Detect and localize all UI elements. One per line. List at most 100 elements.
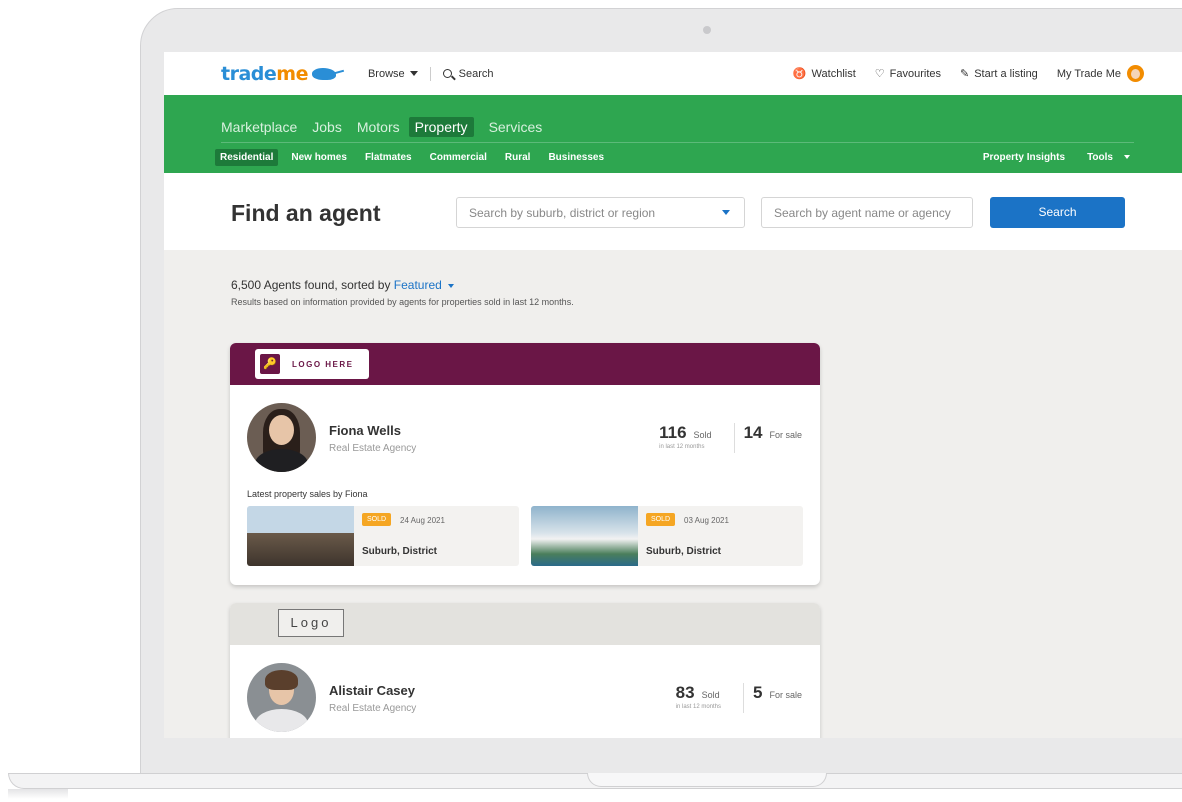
sale-date: 24 Aug 2021 xyxy=(400,516,445,525)
location-placeholder: Search by suburb, district or region xyxy=(469,206,656,220)
laptop-base-notch xyxy=(587,773,827,787)
sold-label: Sold xyxy=(693,430,712,440)
nav-jobs[interactable]: Jobs xyxy=(312,117,342,137)
property-insights-link[interactable]: Property Insights xyxy=(983,152,1065,163)
tools-menu[interactable]: Tools xyxy=(1076,152,1130,163)
agency-logo-text: LOGO HERE xyxy=(292,359,354,369)
agent-search-input[interactable]: Search by agent name or agency xyxy=(761,197,973,228)
browser-screen: trade me Browse Search ♉ Watchlist ♡ Favo… xyxy=(164,52,1182,738)
for-sale-label: For sale xyxy=(769,430,802,440)
agency-banner: 🔑 LOGO HERE xyxy=(230,343,820,385)
location-search-input[interactable]: Search by suburb, district or region xyxy=(456,197,745,228)
tools-label: Tools xyxy=(1087,152,1113,163)
for-sale-stat: 14 For sale xyxy=(744,423,802,443)
search-button[interactable]: Search xyxy=(990,197,1125,228)
key-icon: 🔑 xyxy=(260,354,280,374)
results-note: Results based on information provided by… xyxy=(231,297,574,307)
sort-dropdown[interactable]: Featured xyxy=(394,278,454,292)
sale-item[interactable]: SOLD 24 Aug 2021 Suburb, District xyxy=(247,506,519,566)
trademe-logo[interactable]: trade me xyxy=(221,63,336,85)
favourites-link[interactable]: ♡ Favourites xyxy=(874,67,941,81)
watchlist-link[interactable]: ♉ Watchlist xyxy=(792,67,856,81)
agent-name[interactable]: Alistair Casey xyxy=(329,683,415,698)
subnav-businesses[interactable]: Businesses xyxy=(543,149,609,166)
sold-stat: 116 Sold in last 12 months xyxy=(659,423,711,450)
subnav-residential[interactable]: Residential xyxy=(215,149,279,166)
agent-avatar xyxy=(247,403,316,472)
results-count: 6,500 Agents found, sorted by Featured xyxy=(231,278,574,292)
account-links: ♉ Watchlist ♡ Favourites ✎ Start a listi… xyxy=(774,52,1144,95)
nav-motors[interactable]: Motors xyxy=(357,117,400,137)
stat-divider xyxy=(743,683,745,713)
my-trademe-link[interactable]: My Trade Me xyxy=(1057,65,1144,82)
agent-name[interactable]: Fiona Wells xyxy=(329,423,401,438)
agent-agency: Real Estate Agency xyxy=(329,443,417,454)
browse-label: Browse xyxy=(367,67,405,80)
camera-dot xyxy=(703,26,711,34)
sale-location: Suburb, District xyxy=(362,546,438,557)
search-link-label: Search xyxy=(458,67,494,80)
agent-card[interactable]: 🔑 LOGO HERE Fiona Wells Real Estate Agen… xyxy=(230,343,820,585)
property-nav: Marketplace Jobs Motors Property Service… xyxy=(164,95,1182,173)
property-image xyxy=(531,506,638,566)
nav-marketplace[interactable]: Marketplace xyxy=(221,117,297,137)
subnav-commercial[interactable]: Commercial xyxy=(425,149,492,166)
start-listing-link[interactable]: ✎ Start a listing xyxy=(960,67,1038,81)
results-summary: 6,500 Agents found, sorted by Featured R… xyxy=(231,278,574,307)
sold-count: 83 xyxy=(675,683,695,702)
sale-location: Suburb, District xyxy=(646,546,722,557)
divider xyxy=(429,66,431,81)
logo-text-trade: trade xyxy=(221,62,277,85)
agency-banner: Logo xyxy=(230,603,820,645)
laptop-base-shadow xyxy=(8,789,68,799)
start-listing-label: Start a listing xyxy=(974,67,1038,80)
count-text: 6,500 Agents found, sorted by xyxy=(231,278,391,292)
subnav-rural[interactable]: Rural xyxy=(500,149,536,166)
top-bar: trade me Browse Search ♉ Watchlist ♡ Favo… xyxy=(164,52,1182,95)
page-title: Find an agent xyxy=(231,200,381,226)
sold-period: in last 12 months xyxy=(659,444,705,450)
for-sale-stat: 5 For sale xyxy=(753,683,802,703)
nav-property[interactable]: Property xyxy=(408,117,474,137)
nav-divider xyxy=(221,142,1134,143)
nav-services[interactable]: Services xyxy=(489,117,543,137)
subnav-flatmates[interactable]: Flatmates xyxy=(360,149,417,166)
sold-period: in last 12 months xyxy=(675,704,722,710)
latest-sales-title: Latest property sales by Fiona xyxy=(247,489,368,499)
sold-label: Sold xyxy=(701,690,720,700)
my-trademe-label: My Trade Me xyxy=(1056,67,1121,80)
sub-nav: Residential New homes Flatmates Commerci… xyxy=(215,149,617,166)
watchlist-icon: ♉ xyxy=(792,68,807,80)
logo-text-me: me xyxy=(276,62,308,85)
agency-logo: 🔑 LOGO HERE xyxy=(255,349,369,379)
agent-agency: Real Estate Agency xyxy=(329,703,417,714)
agent-placeholder: Search by agent name or agency xyxy=(774,206,951,220)
kiwi-logo-icon xyxy=(311,67,336,80)
sale-item[interactable]: SOLD 03 Aug 2021 Suburb, District xyxy=(531,506,803,566)
caret-down-icon xyxy=(722,210,730,215)
find-agent-band: Find an agent Search by suburb, district… xyxy=(164,173,1182,250)
agent-card[interactable]: Logo Alistair Casey Real Estate Agency 8… xyxy=(230,603,820,738)
search-link[interactable]: Search xyxy=(442,67,494,80)
sold-count: 116 xyxy=(659,423,687,442)
caret-down-icon xyxy=(409,71,418,76)
for-sale-label: For sale xyxy=(769,690,802,700)
agent-avatar xyxy=(247,663,316,732)
caret-down-icon xyxy=(447,283,454,288)
user-avatar xyxy=(1127,65,1144,82)
heart-icon: ♡ xyxy=(874,68,885,80)
sub-nav-right: Property Insights Tools xyxy=(972,152,1130,163)
sold-stat: 83 Sold in last 12 months xyxy=(676,683,721,710)
sold-badge: SOLD xyxy=(646,513,676,526)
search-icon xyxy=(442,69,452,78)
property-image xyxy=(247,506,354,566)
for-sale-count: 5 xyxy=(753,683,763,702)
subnav-new-homes[interactable]: New homes xyxy=(286,149,352,166)
main-nav: Marketplace Jobs Motors Property Service… xyxy=(221,117,557,137)
sale-date: 03 Aug 2021 xyxy=(684,516,729,525)
caret-down-icon xyxy=(1124,155,1130,160)
watchlist-label: Watchlist xyxy=(811,67,856,80)
browse-menu[interactable]: Browse xyxy=(368,68,418,80)
stat-divider xyxy=(733,423,735,453)
for-sale-count: 14 xyxy=(743,423,763,442)
